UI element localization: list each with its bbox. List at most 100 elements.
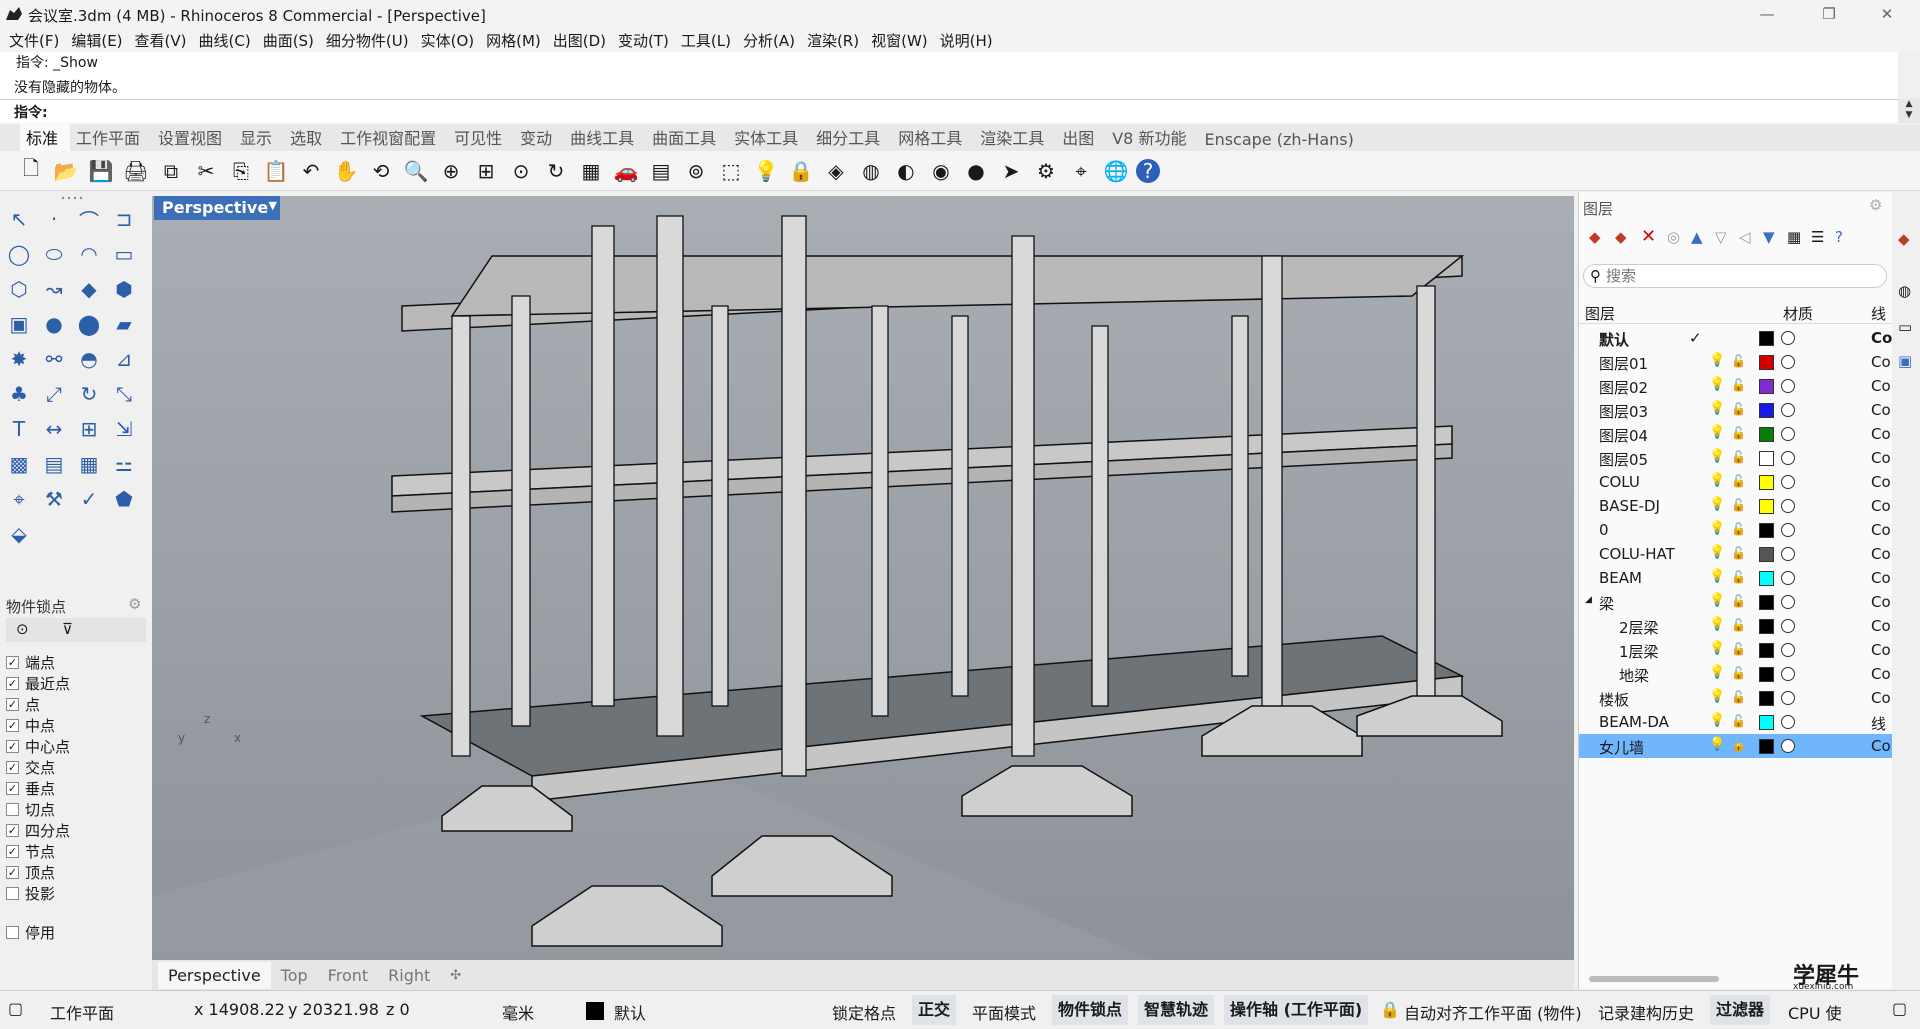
- menu-item[interactable]: 工具(L): [678, 28, 740, 52]
- analyze-icon[interactable]: ⚒: [39, 484, 69, 514]
- layer-color-swatch[interactable]: [1759, 427, 1774, 442]
- lock-icon[interactable]: 🔒: [786, 156, 816, 186]
- layer-row[interactable]: 图层05 💡 🔓 Co: [1579, 446, 1893, 470]
- zoom-selected-icon[interactable]: ⊙: [506, 156, 536, 186]
- material-icon[interactable]: [1781, 715, 1795, 729]
- menu-item[interactable]: 网格(M): [483, 28, 550, 52]
- array-icon[interactable]: ⊞: [74, 414, 104, 444]
- layers-search[interactable]: ⚲: [1583, 264, 1887, 288]
- chevron-down-icon[interactable]: ▼: [269, 199, 277, 212]
- viewport-canvas[interactable]: z x y: [152, 196, 1574, 960]
- point-icon[interactable]: ·: [39, 204, 69, 234]
- text-icon[interactable]: T: [4, 414, 34, 444]
- menu-item[interactable]: 说明(H): [937, 28, 1002, 52]
- horizontal-scrollbar[interactable]: [1589, 976, 1719, 982]
- paste-icon[interactable]: 📋: [261, 156, 291, 186]
- grip-icon[interactable]: [60, 196, 90, 200]
- grid-snap-toggle[interactable]: 锁定格点: [832, 1000, 896, 1024]
- toolbar-tab[interactable]: 可见性: [448, 122, 514, 151]
- toolbar-tab[interactable]: 实体工具: [728, 122, 810, 151]
- select-arrow-icon[interactable]: ↖: [4, 204, 34, 234]
- layer-row[interactable]: 图层02 💡 🔓 Co: [1579, 374, 1893, 398]
- delete-layer-icon[interactable]: ✕: [1641, 226, 1656, 247]
- material-icon[interactable]: [1781, 451, 1795, 465]
- layer-color-swatch[interactable]: [1759, 355, 1774, 370]
- material-icon[interactable]: ◐: [891, 156, 921, 186]
- rotate-view-icon[interactable]: ⟲: [366, 156, 396, 186]
- osnap-toggle[interactable]: 物件锁点: [1052, 995, 1129, 1025]
- sphere-icon[interactable]: ●: [39, 309, 69, 339]
- material-icon[interactable]: [1781, 643, 1795, 657]
- layer-color-swatch[interactable]: [1759, 571, 1774, 586]
- osnap-item[interactable]: ✓ 垂点: [6, 778, 55, 799]
- gumball-toggle[interactable]: 操作轴 (工作平面): [1224, 995, 1369, 1025]
- layer-row[interactable]: 2层梁 💡 🔓 Co: [1579, 614, 1893, 638]
- plane-icon[interactable]: ▰: [109, 309, 139, 339]
- menu-item[interactable]: 文件(F): [6, 28, 68, 52]
- osnap-icon[interactable]: ⊚: [681, 156, 711, 186]
- layer-color-swatch[interactable]: [1759, 499, 1774, 514]
- lightbulb-icon[interactable]: 💡: [1709, 353, 1725, 368]
- lock-icon[interactable]: 🔓: [1731, 474, 1746, 488]
- menu-item[interactable]: 视窗(W): [868, 28, 937, 52]
- layer-row[interactable]: COLU-HAT 💡 🔓 Co: [1579, 542, 1893, 566]
- check-icon[interactable]: ✓: [74, 484, 104, 514]
- material-icon[interactable]: [1781, 475, 1795, 489]
- layer-row[interactable]: 默认 ✓ Co: [1579, 326, 1893, 350]
- hatch-icon[interactable]: ▤: [39, 449, 69, 479]
- filter-icon[interactable]: ⊽: [62, 620, 73, 638]
- layer-row[interactable]: 0 💡 🔓 Co: [1579, 518, 1893, 542]
- material-icon[interactable]: [1781, 619, 1795, 633]
- toolbar-tab[interactable]: 曲线工具: [564, 122, 646, 151]
- viewport-title-tab[interactable]: Perspective ▼: [154, 196, 280, 220]
- help-icon[interactable]: ?: [1136, 159, 1160, 183]
- render-icon[interactable]: ⬟: [109, 484, 139, 514]
- status-layer[interactable]: 默认: [614, 1000, 646, 1024]
- polygon-icon[interactable]: ⬡: [4, 274, 34, 304]
- lock-icon[interactable]: 🔓: [1731, 666, 1746, 680]
- lock-icon[interactable]: 🔓: [1731, 426, 1746, 440]
- dimension-icon[interactable]: ⌖: [1066, 156, 1096, 186]
- render-sphere-icon[interactable]: ◉: [926, 156, 956, 186]
- circle-icon[interactable]: ◯: [4, 239, 34, 269]
- checkbox[interactable]: ✓: [6, 845, 19, 858]
- lightbulb-icon[interactable]: 💡: [1709, 665, 1725, 680]
- gear-icon[interactable]: ⚙: [1869, 196, 1882, 214]
- render-icon[interactable]: ●: [961, 156, 991, 186]
- checkbox[interactable]: [6, 887, 19, 900]
- paint-icon[interactable]: ⬙: [4, 519, 34, 549]
- grid-plane-icon[interactable]: ▤: [646, 156, 676, 186]
- layer-color-swatch[interactable]: [1759, 595, 1774, 610]
- new-layer-icon[interactable]: ◆: [1589, 228, 1601, 246]
- lightbulb-icon[interactable]: 💡: [1709, 497, 1725, 512]
- join-icon[interactable]: ⚯: [39, 344, 69, 374]
- gear-icon[interactable]: ⚙: [128, 595, 141, 613]
- loft-icon[interactable]: ⬢: [109, 274, 139, 304]
- layer-color-swatch[interactable]: [1759, 403, 1774, 418]
- lock-icon[interactable]: 🔓: [1731, 378, 1746, 392]
- settings-icon[interactable]: ⚙: [1031, 156, 1061, 186]
- material-icon[interactable]: [1781, 523, 1795, 537]
- layer-row[interactable]: BEAM-DA 💡 🔓 线: [1579, 710, 1893, 734]
- autoalign-toggle[interactable]: 自动对齐工作平面 (物件): [1404, 1000, 1582, 1024]
- layer-color-swatch[interactable]: [1759, 523, 1774, 538]
- layer-row[interactable]: 地梁 💡 🔓 Co: [1579, 662, 1893, 686]
- status-workplane[interactable]: 工作平面: [50, 1000, 114, 1024]
- move-down-icon[interactable]: ▽: [1715, 228, 1727, 246]
- menu-item[interactable]: 变动(T): [615, 28, 678, 52]
- layer-row[interactable]: BEAM 💡 🔓 Co: [1579, 566, 1893, 590]
- material-icon[interactable]: [1781, 403, 1795, 417]
- toolbar-tab[interactable]: 工作视窗配置: [334, 122, 448, 151]
- lightbulb-icon[interactable]: 💡: [1709, 689, 1725, 704]
- layer-row[interactable]: 图层04 💡 🔓 Co: [1579, 422, 1893, 446]
- menu-item[interactable]: 实体(O): [418, 28, 484, 52]
- columns-icon[interactable]: ▦: [1787, 228, 1801, 246]
- layer-row[interactable]: 1层梁 💡 🔓 Co: [1579, 638, 1893, 662]
- lightbulb-icon[interactable]: 💡: [1709, 401, 1725, 416]
- command-scroll[interactable]: ▲ ▼: [1898, 99, 1920, 123]
- close-button[interactable]: ✕: [1864, 2, 1910, 26]
- undo-icon[interactable]: ↶: [296, 156, 326, 186]
- layer-color-swatch[interactable]: [1759, 475, 1774, 490]
- toolbar-tab[interactable]: 渲染工具: [974, 122, 1056, 151]
- surface-icon[interactable]: ◆: [74, 274, 104, 304]
